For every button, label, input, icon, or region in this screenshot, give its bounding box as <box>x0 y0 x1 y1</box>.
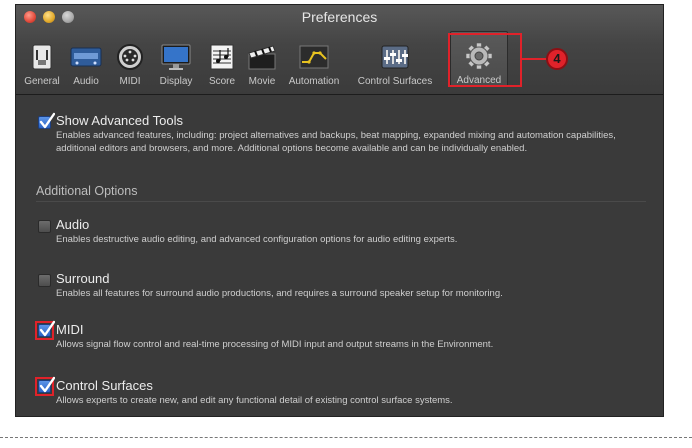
tab-label: Movie <box>248 76 276 87</box>
tab-score[interactable]: Score <box>202 31 242 87</box>
callout-connector <box>522 58 546 60</box>
tab-label: MIDI <box>119 76 141 87</box>
audio-option-title: Audio <box>56 217 90 232</box>
midi-icon <box>117 44 143 70</box>
section-divider <box>36 201 646 202</box>
advanced-preferences-pane: Show Advanced Tools Enables advanced fea… <box>16 96 663 416</box>
midi-option-title: MIDI <box>56 322 84 337</box>
checkmark-icon <box>39 112 55 129</box>
automation-icon <box>299 45 329 69</box>
tab-general[interactable]: General <box>22 31 62 87</box>
audio-option-checkbox[interactable] <box>38 220 51 233</box>
tab-label: Automation <box>288 76 340 87</box>
display-icon <box>161 44 191 70</box>
tab-label: Control Surfaces <box>357 76 433 87</box>
control-surfaces-option-checkbox[interactable] <box>38 376 55 393</box>
title-bar: Preferences General Audio MIDI Display S… <box>16 5 663 95</box>
checkmark-icon <box>39 320 55 337</box>
control-surfaces-icon <box>381 45 409 69</box>
show-advanced-tools-description: Enables advanced features, including: pr… <box>56 130 616 154</box>
callout-number-badge: 4 <box>546 48 568 70</box>
preferences-window: Preferences General Audio MIDI Display S… <box>15 4 664 417</box>
surround-option-title: Surround <box>56 271 110 286</box>
midi-option-description: Allows signal flow control and real-time… <box>56 339 494 350</box>
surround-option-checkbox[interactable] <box>38 274 51 287</box>
tab-midi[interactable]: MIDI <box>110 31 150 87</box>
show-advanced-tools-title: Show Advanced Tools <box>56 113 183 128</box>
tab-display[interactable]: Display <box>152 31 200 87</box>
audio-option-description: Enables destructive audio editing, and a… <box>56 234 458 245</box>
surround-option-description: Enables all features for surround audio … <box>56 288 503 299</box>
tab-label: Display <box>159 76 193 87</box>
score-icon <box>210 44 234 70</box>
midi-option-checkbox[interactable] <box>38 320 55 337</box>
tab-control-surfaces[interactable]: Control Surfaces <box>350 31 440 87</box>
additional-options-heading: Additional Options <box>36 184 138 198</box>
tab-automation[interactable]: Automation <box>284 31 344 87</box>
control-surfaces-option-description: Allows experts to create new, and edit a… <box>56 395 453 406</box>
tab-label: General <box>24 76 60 87</box>
tab-label: Audio <box>73 76 99 87</box>
movie-icon <box>248 45 276 70</box>
page-divider <box>0 437 692 438</box>
callout-highlight-box <box>448 33 522 87</box>
control-surfaces-option-title: Control Surfaces <box>56 378 153 393</box>
show-advanced-tools-checkbox[interactable] <box>38 112 55 129</box>
window-title: Preferences <box>301 9 378 25</box>
audio-icon <box>70 47 102 67</box>
tab-label: Score <box>208 76 236 87</box>
general-icon <box>32 44 52 70</box>
checkmark-icon <box>39 376 55 393</box>
tab-audio[interactable]: Audio <box>66 31 106 87</box>
tab-movie[interactable]: Movie <box>242 31 282 87</box>
